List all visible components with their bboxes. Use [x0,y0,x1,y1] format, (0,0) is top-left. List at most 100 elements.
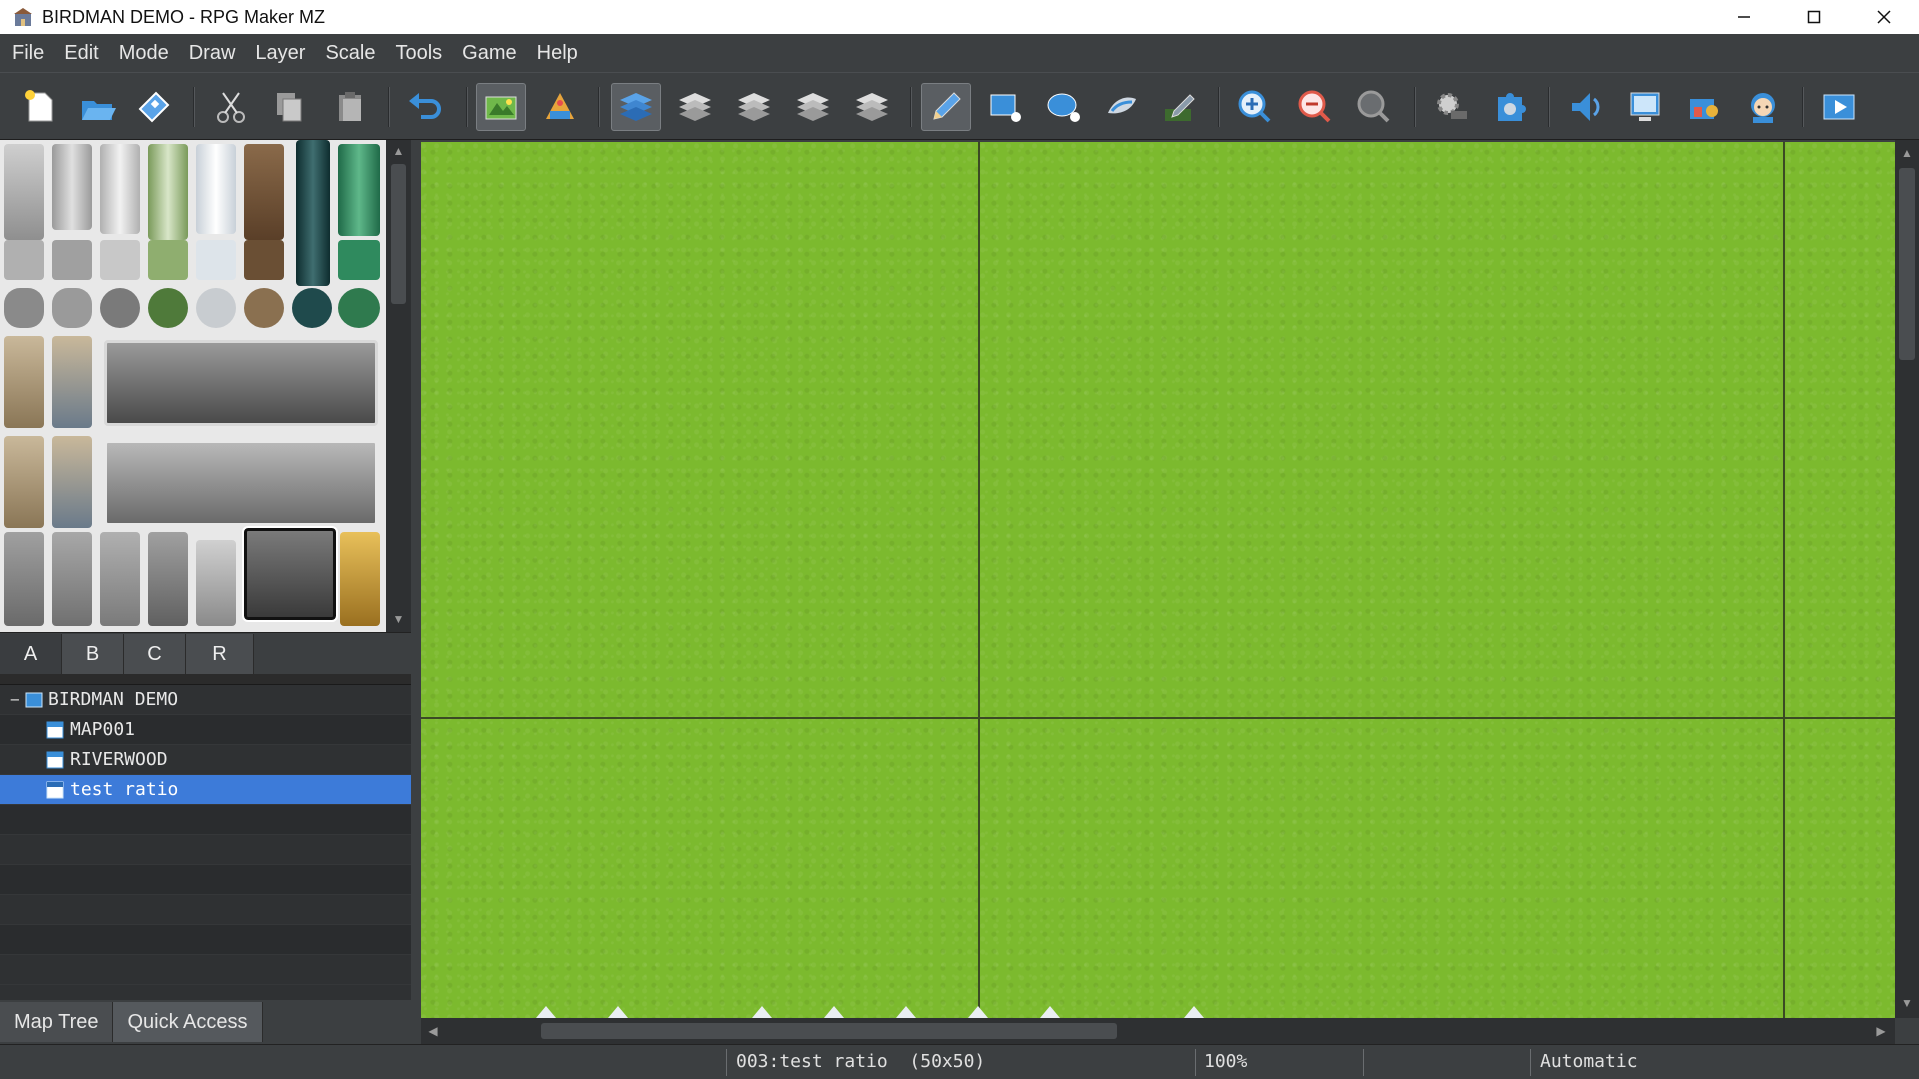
plugin-manager-button[interactable] [1485,83,1535,131]
tile-golden-statue[interactable] [340,532,380,626]
scroll-right-icon[interactable]: ▶ [1869,1024,1893,1038]
scroll-down-icon[interactable]: ▼ [386,612,411,626]
tile-rubble[interactable] [52,288,92,328]
tile-obelisk[interactable] [4,436,44,528]
event-mode-button[interactable] [535,83,585,131]
save-project-button[interactable] [129,83,179,131]
new-project-button[interactable] [15,83,65,131]
menu-tools[interactable]: Tools [387,42,450,65]
tile-pillar[interactable] [196,144,236,234]
shadow-pen-button[interactable] [1155,83,1205,131]
tile-pillar[interactable] [148,144,188,240]
layer-3-button[interactable] [788,83,838,131]
tile-rock-pile[interactable] [338,288,380,328]
tab-b[interactable]: B [62,634,124,674]
map-vertical-scrollbar[interactable]: ▲ ▼ [1895,140,1919,1018]
tile-pedestal[interactable] [100,240,140,280]
tree-item-test-ratio[interactable]: test ratio [0,775,411,805]
menu-scale[interactable]: Scale [317,42,383,65]
tile-obelisk[interactable] [52,336,92,428]
scroll-up-icon[interactable]: ▲ [1895,146,1919,160]
tileset-scrollbar[interactable]: ▲ ▼ [386,140,411,632]
undo-button[interactable] [400,83,450,131]
rectangle-button[interactable] [980,83,1030,131]
menu-layer[interactable]: Layer [247,42,313,65]
tile-statue[interactable] [196,540,236,626]
open-project-button[interactable] [72,83,122,131]
tile-rock-pile[interactable] [292,288,332,328]
tile-pillar[interactable] [296,140,330,286]
collapse-icon[interactable]: − [10,690,24,709]
tile-pillar[interactable] [244,144,284,240]
tile-pedestal[interactable] [52,240,92,280]
tile-pedestal[interactable] [4,240,44,280]
menu-edit[interactable]: Edit [56,42,106,65]
layer-2-button[interactable] [729,83,779,131]
tile-altar[interactable] [104,440,378,526]
tile-pedestal[interactable] [148,240,188,280]
menu-mode[interactable]: Mode [111,42,177,65]
resource-manager-button[interactable] [1679,83,1729,131]
ellipse-button[interactable] [1039,83,1089,131]
tab-r[interactable]: R [186,634,254,674]
tile-pillar[interactable] [338,144,380,236]
scroll-thumb[interactable] [391,164,406,304]
scroll-up-icon[interactable]: ▲ [386,144,411,158]
tile-statue[interactable] [52,532,92,626]
event-searcher-button[interactable] [1620,83,1670,131]
tile-pedestal[interactable] [244,240,284,280]
character-generator-button[interactable] [1738,83,1788,131]
menu-draw[interactable]: Draw [181,42,244,65]
tile-rubble[interactable] [4,288,44,328]
tile-rock-pile[interactable] [148,288,188,328]
map-canvas[interactable] [421,142,1895,1018]
maximize-button[interactable] [1779,0,1849,34]
tile-rock-pile[interactable] [196,288,236,328]
tab-quick-access[interactable]: Quick Access [113,1002,263,1042]
layer-4-button[interactable] [847,83,897,131]
tree-item-riverwood[interactable]: RIVERWOOD [0,745,411,775]
playtest-button[interactable] [1814,83,1864,131]
scroll-down-icon[interactable]: ▼ [1895,996,1919,1010]
tab-map-tree[interactable]: Map Tree [0,1002,114,1042]
tile-obelisk[interactable] [52,436,92,528]
paste-button[interactable] [325,83,375,131]
tree-project-row[interactable]: − BIRDMAN DEMO [0,685,411,715]
zoom-in-button[interactable] [1230,83,1280,131]
layer-1-button[interactable] [670,83,720,131]
cut-button[interactable] [206,83,256,131]
pencil-button[interactable] [921,83,971,131]
map-horizontal-scrollbar[interactable]: ◀ ▶ [421,1018,1895,1044]
tab-a[interactable]: A [0,634,62,674]
close-button[interactable] [1849,0,1919,34]
database-button[interactable] [1426,83,1476,131]
tile-statue[interactable] [148,532,188,626]
sound-test-button[interactable] [1561,83,1611,131]
tile-rock-pile[interactable] [244,288,284,328]
tile-pillar[interactable] [52,144,92,230]
copy-button[interactable] [264,83,314,131]
scroll-thumb[interactable] [1899,168,1915,360]
tile-pillar[interactable] [100,144,140,234]
map-mode-button[interactable] [476,83,526,131]
actual-size-button[interactable] [1349,83,1399,131]
tile-statue[interactable] [100,532,140,626]
tile-pedestal[interactable] [196,240,236,280]
tile-rock-pile[interactable] [100,288,140,328]
menu-help[interactable]: Help [529,42,586,65]
tile-pillar[interactable] [4,144,44,240]
flood-fill-button[interactable] [1097,83,1147,131]
tile-altar[interactable] [104,340,378,426]
menu-file[interactable]: File [4,42,52,65]
tree-item-map001[interactable]: MAP001 [0,715,411,745]
menu-game[interactable]: Game [454,42,524,65]
tab-c[interactable]: C [124,634,186,674]
tile-obelisk[interactable] [4,336,44,428]
minimize-button[interactable] [1709,0,1779,34]
tile-statue[interactable] [4,532,44,626]
layer-auto-button[interactable] [611,83,661,131]
scroll-left-icon[interactable]: ◀ [421,1024,445,1038]
scroll-thumb[interactable] [541,1023,1117,1039]
tileset-palette[interactable] [0,140,386,632]
tile-dragon-statue-selected[interactable] [242,526,338,622]
